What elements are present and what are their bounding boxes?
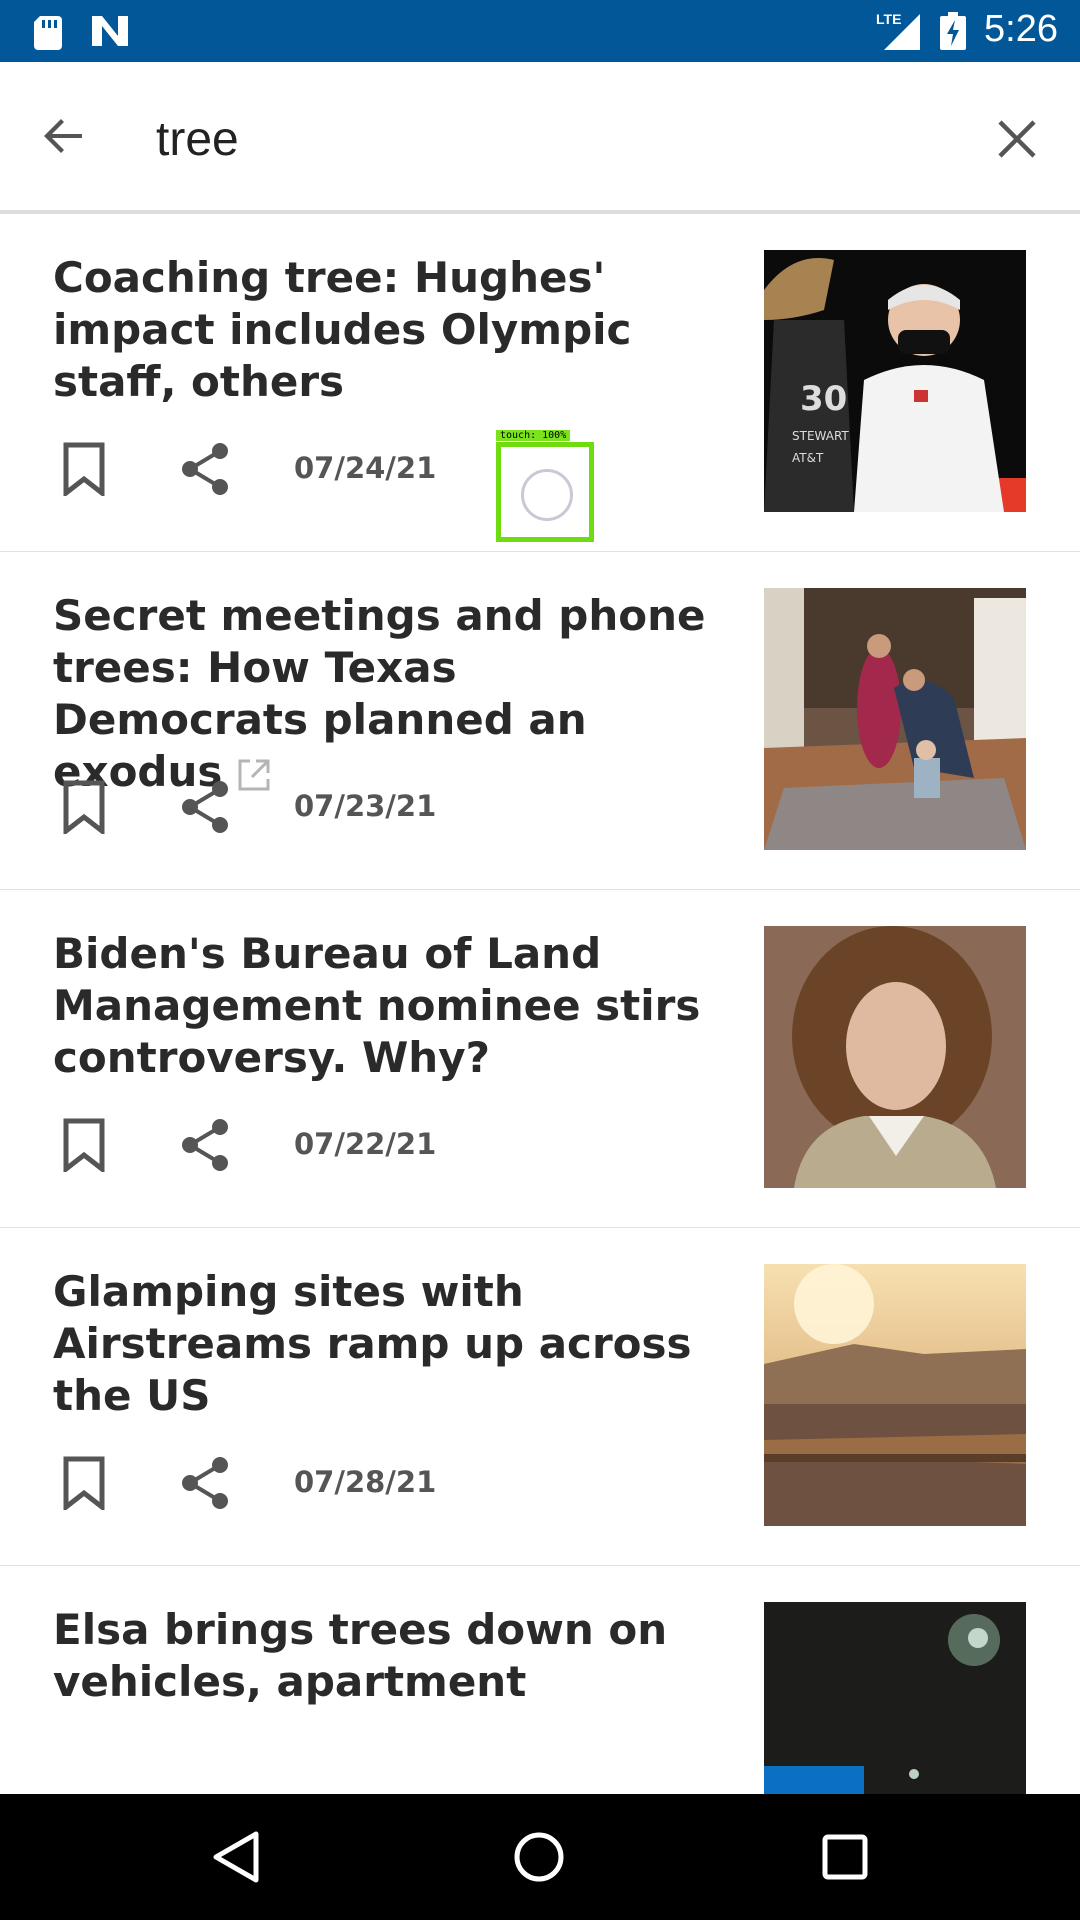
home-circle-icon[interactable] bbox=[512, 1830, 566, 1884]
storm-video-photo bbox=[764, 1602, 1026, 1794]
article-date: 07/28/21 bbox=[294, 1465, 437, 1499]
article-date: 07/22/21 bbox=[294, 1127, 437, 1161]
article-thumbnail[interactable] bbox=[764, 1264, 1026, 1526]
battery-charging-icon bbox=[940, 12, 966, 50]
network-label: LTE bbox=[876, 11, 901, 27]
touch-ring bbox=[521, 469, 573, 521]
svg-text:AT&T: AT&T bbox=[792, 451, 824, 465]
back-triangle-icon[interactable] bbox=[212, 1830, 260, 1884]
close-icon[interactable] bbox=[996, 118, 1038, 160]
article-item[interactable]: Glamping sites with Airstreams ramp up a… bbox=[0, 1228, 1080, 1567]
svg-text:STEWART: STEWART bbox=[792, 429, 849, 443]
system-nav-bar bbox=[0, 1794, 1080, 1920]
family-indoor-photo bbox=[764, 588, 1026, 850]
article-thumbnail[interactable] bbox=[764, 1602, 1026, 1794]
search-input[interactable] bbox=[156, 112, 956, 167]
share-icon[interactable] bbox=[180, 442, 230, 496]
share-icon[interactable] bbox=[180, 780, 230, 834]
lte-signal-icon: LTE bbox=[876, 11, 920, 50]
search-bar bbox=[0, 62, 1080, 214]
touch-indicator-label: touch: 100% bbox=[496, 430, 571, 441]
article-title[interactable]: Coaching tree: Hughes' impact includes O… bbox=[53, 252, 713, 408]
article-item[interactable]: Secret meetings and phone trees: How Tex… bbox=[0, 552, 1080, 891]
article-thumbnail[interactable]: 30 STEWART AT&T bbox=[764, 250, 1026, 512]
article-thumbnail[interactable] bbox=[764, 926, 1026, 1188]
status-bar: LTE 5:26 bbox=[0, 0, 1080, 62]
article-date: 07/24/21 bbox=[294, 451, 437, 485]
notification-n-icon bbox=[92, 16, 128, 46]
status-time: 5:26 bbox=[984, 8, 1058, 50]
share-icon[interactable] bbox=[180, 1456, 230, 1510]
arrow-left-icon[interactable] bbox=[40, 112, 88, 160]
basketball-coach-photo: 30 STEWART AT&T bbox=[764, 250, 1026, 512]
recents-square-icon[interactable] bbox=[820, 1830, 870, 1884]
article-title[interactable]: Glamping sites with Airstreams ramp up a… bbox=[53, 1266, 713, 1422]
bookmark-icon[interactable] bbox=[60, 1118, 108, 1172]
touch-indicator bbox=[496, 442, 594, 542]
article-date: 07/23/21 bbox=[294, 789, 437, 823]
desert-sunset-photo bbox=[764, 1264, 1026, 1526]
nominee-portrait-photo bbox=[764, 926, 1026, 1188]
bookmark-icon[interactable] bbox=[60, 442, 108, 496]
article-title[interactable]: Biden's Bureau of Land Management nomine… bbox=[53, 928, 713, 1084]
bookmark-icon[interactable] bbox=[60, 780, 108, 834]
sd-card-icon bbox=[34, 16, 62, 50]
svg-text:30: 30 bbox=[800, 379, 847, 419]
article-thumbnail[interactable] bbox=[764, 588, 1026, 850]
bookmark-icon[interactable] bbox=[60, 1456, 108, 1510]
article-title[interactable]: Elsa brings trees down on vehicles, apar… bbox=[53, 1604, 713, 1708]
external-link-icon bbox=[238, 759, 270, 790]
article-item[interactable]: Biden's Bureau of Land Management nomine… bbox=[0, 890, 1080, 1229]
article-title[interactable]: Secret meetings and phone trees: How Tex… bbox=[53, 590, 713, 798]
share-icon[interactable] bbox=[180, 1118, 230, 1172]
